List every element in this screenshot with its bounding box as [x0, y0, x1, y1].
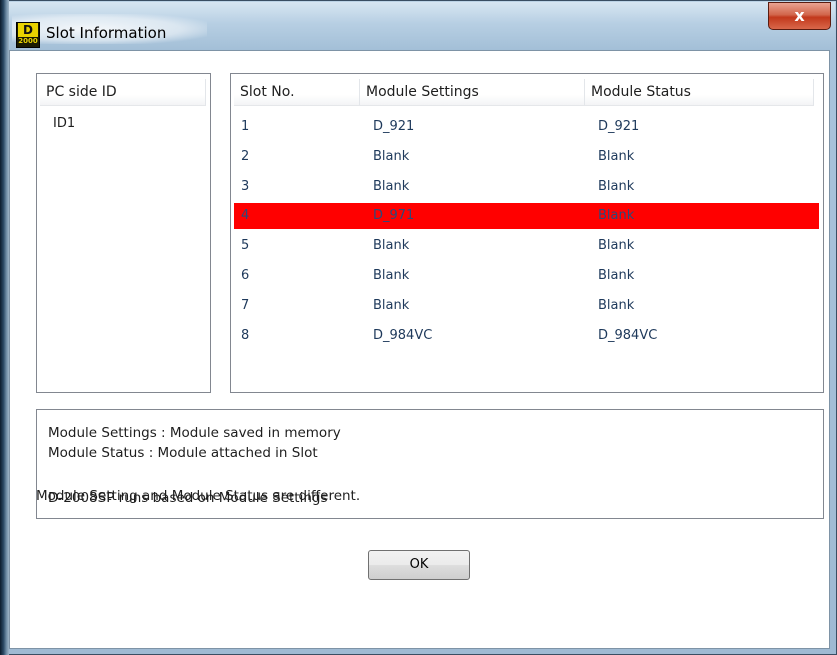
table-row[interactable]: 2 Blank Blank [234, 144, 819, 170]
module-status-value: Blank [598, 298, 635, 313]
slot-number: 4 [241, 208, 250, 223]
table-row[interactable]: 1 D_921 D_921 [234, 114, 819, 140]
module-settings-value: D_921 [373, 119, 415, 134]
status-message: Module Setting and Module Status are dif… [36, 488, 361, 504]
module-settings-value: D_984VC [373, 328, 433, 343]
pc-side-id-list[interactable]: PC side ID ID1 [36, 73, 211, 393]
module-status-value: Blank [598, 208, 635, 223]
note-module-status: Module Status : Module attached in Slot [48, 445, 318, 461]
slot-information-dialog: D 2000 Slot Information x PC side ID ID1… [0, 0, 837, 655]
slot-number: 6 [241, 268, 250, 283]
slot-table: Slot No. Module Settings Module Status 1… [230, 73, 824, 393]
module-status-value: D_921 [598, 119, 640, 134]
module-status-value: Blank [598, 179, 635, 194]
slot-number: 2 [241, 149, 250, 164]
slot-number: 3 [241, 179, 250, 194]
column-header-slot-no[interactable]: Slot No. [234, 79, 360, 106]
slot-number: 1 [241, 119, 250, 134]
table-row-mismatch[interactable]: 4 D_971 Blank [234, 203, 819, 229]
window-title: Slot Information [46, 24, 167, 42]
column-header-module-status[interactable]: Module Status [585, 79, 814, 106]
dialog-client-area: PC side ID ID1 Slot No. Module Settings … [9, 50, 830, 649]
module-settings-value: Blank [373, 179, 410, 194]
note-module-settings: Module Settings : Module saved in memory [48, 425, 341, 441]
close-button[interactable]: x [768, 2, 831, 30]
table-row[interactable]: 3 Blank Blank [234, 174, 819, 200]
module-settings-value: Blank [373, 268, 410, 283]
slot-number: 5 [241, 238, 250, 253]
module-settings-value: D_971 [373, 208, 415, 223]
slot-number: 7 [241, 298, 250, 313]
pc-side-id-item[interactable]: ID1 [53, 116, 75, 131]
table-row[interactable]: 7 Blank Blank [234, 293, 819, 319]
module-status-value: Blank [598, 268, 635, 283]
module-settings-value: Blank [373, 298, 410, 313]
title-bar[interactable]: D 2000 Slot Information [2, 2, 835, 50]
app-icon-number: 2000 [18, 37, 38, 45]
column-header-module-settings[interactable]: Module Settings [360, 79, 585, 106]
slot-number: 8 [241, 328, 250, 343]
module-status-value: Blank [598, 149, 635, 164]
module-settings-value: Blank [373, 238, 410, 253]
table-row[interactable]: 8 D_984VC D_984VC [234, 323, 819, 349]
pc-side-id-header[interactable]: PC side ID [40, 79, 206, 106]
module-status-value: D_984VC [598, 328, 658, 343]
table-row[interactable]: 5 Blank Blank [234, 233, 819, 259]
table-row[interactable]: 6 Blank Blank [234, 263, 819, 289]
app-icon: D 2000 [16, 22, 40, 48]
app-icon-letter: D [18, 23, 38, 37]
module-status-value: Blank [598, 238, 635, 253]
module-settings-value: Blank [373, 149, 410, 164]
window-left-border [0, 0, 9, 655]
ok-button[interactable]: OK [368, 550, 470, 580]
close-icon: x [794, 6, 805, 25]
